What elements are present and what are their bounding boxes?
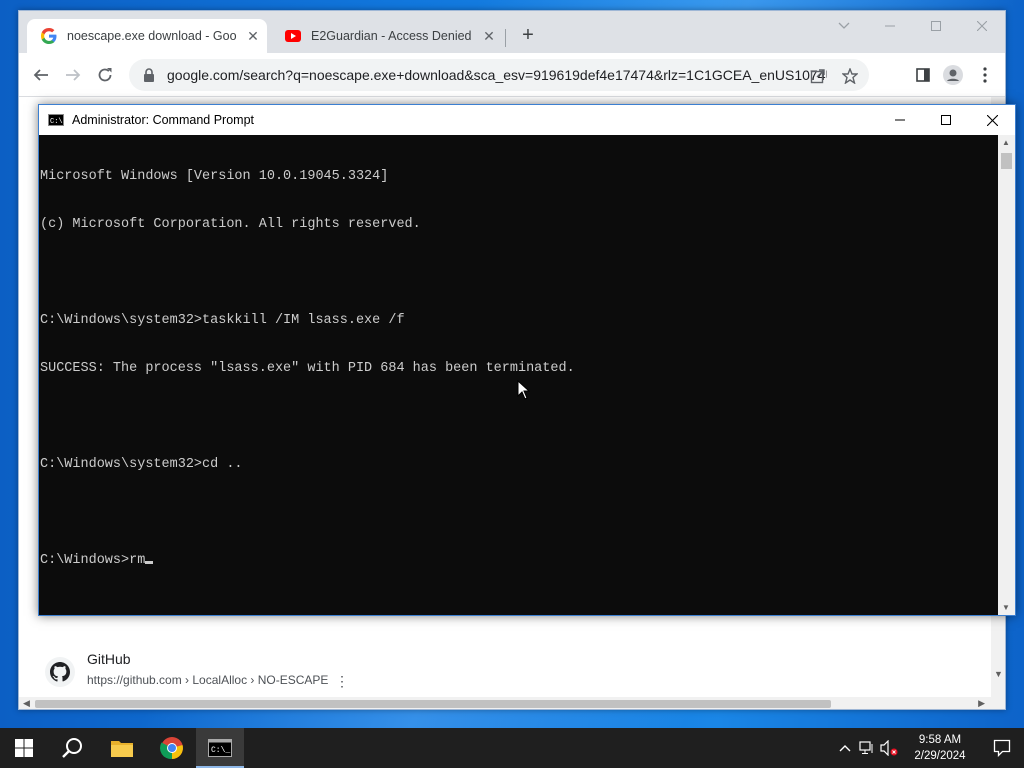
result-more-icon[interactable]: ⋮ xyxy=(335,673,349,690)
scroll-down-arrow-icon[interactable]: ▼ xyxy=(994,669,1003,679)
taskbar-clock[interactable]: 9:58 AM 2/29/2024 xyxy=(900,732,980,764)
chrome-icon xyxy=(160,737,183,760)
profile-avatar-icon[interactable] xyxy=(941,63,965,87)
console-line: SUCCESS: The process "lsass.exe" with PI… xyxy=(40,361,575,376)
console-line: C:\Windows\system32>taskkill /IM lsass.e… xyxy=(40,313,405,328)
tab-strip: noescape.exe download - Google ✕ E2Guard… xyxy=(19,11,1005,53)
text-cursor xyxy=(145,561,154,564)
tab-title: E2Guardian - Access Denied xyxy=(311,29,472,43)
command-prompt-icon: C:\ xyxy=(48,114,64,126)
cmd-close-button[interactable] xyxy=(969,105,1015,135)
tab-close-icon[interactable]: ✕ xyxy=(481,28,497,44)
tab-divider xyxy=(505,29,506,47)
file-explorer-icon xyxy=(111,741,133,757)
browser-toolbar: google.com/search?q=noescape.exe+downloa… xyxy=(19,53,1005,97)
tab-close-icon[interactable]: ✕ xyxy=(245,28,261,44)
result-site-name[interactable]: GitHub xyxy=(87,651,131,667)
result-breadcrumb[interactable]: https://github.com › LocalAlloc › NO-ESC… xyxy=(87,673,328,687)
cmd-title: Administrator: Command Prompt xyxy=(72,113,255,127)
console-output[interactable]: Microsoft Windows [Version 10.0.19045.33… xyxy=(40,137,1000,615)
address-bar[interactable]: google.com/search?q=noescape.exe+downloa… xyxy=(129,59,869,91)
bookmark-star-icon[interactable] xyxy=(841,67,859,85)
taskbar-search-button[interactable] xyxy=(48,728,96,768)
console-line: Microsoft Windows [Version 10.0.19045.33… xyxy=(40,169,389,184)
cmd-title-bar[interactable]: C:\ Administrator: Command Prompt xyxy=(39,105,1015,135)
scroll-up-arrow-icon[interactable]: ▲ xyxy=(1002,138,1010,147)
taskbar: C:\_ 9:58 AM 2/29/2024 xyxy=(0,728,1024,768)
command-prompt-icon: C:\_ xyxy=(208,739,232,757)
show-hidden-icons-chevron-icon[interactable] xyxy=(834,728,856,768)
system-tray: 9:58 AM 2/29/2024 xyxy=(834,728,1024,768)
tab-google-search[interactable]: noescape.exe download - Google ✕ xyxy=(27,19,267,53)
svg-text:C:\: C:\ xyxy=(50,118,63,125)
cmd-scrollbar-thumb[interactable] xyxy=(1001,153,1012,169)
share-icon[interactable] xyxy=(809,67,827,85)
forward-arrow-icon[interactable] xyxy=(61,63,85,87)
command-prompt-window: C:\ Administrator: Command Prompt Micros… xyxy=(38,104,1016,616)
cmd-maximize-button[interactable] xyxy=(923,105,969,135)
page-horizontal-scrollbar[interactable]: ◀ ▶ xyxy=(19,697,1005,709)
maximize-button[interactable] xyxy=(913,11,959,41)
lock-icon[interactable] xyxy=(143,68,157,82)
command-prompt-taskbar-button[interactable]: C:\_ xyxy=(196,728,244,768)
clock-time: 9:58 AM xyxy=(918,734,962,746)
new-tab-button[interactable]: + xyxy=(517,25,539,47)
network-icon[interactable] xyxy=(856,728,878,768)
chrome-taskbar-button[interactable] xyxy=(148,728,196,768)
chrome-window-controls xyxy=(821,11,1005,41)
reload-icon[interactable] xyxy=(93,63,117,87)
console-line: (c) Microsoft Corporation. All rights re… xyxy=(40,217,421,232)
svg-text:C:\_: C:\_ xyxy=(211,746,230,755)
start-button[interactable] xyxy=(0,728,48,768)
tab-title: noescape.exe download - Google xyxy=(67,29,237,43)
minimize-button[interactable] xyxy=(867,11,913,41)
side-panel-icon[interactable] xyxy=(911,63,935,87)
menu-kebab-icon[interactable] xyxy=(973,63,997,87)
scroll-left-arrow-icon[interactable]: ◀ xyxy=(23,698,30,709)
clock-date: 2/29/2024 xyxy=(914,750,966,762)
youtube-icon xyxy=(285,28,301,44)
tab-search-icon[interactable] xyxy=(821,11,867,41)
back-arrow-icon[interactable] xyxy=(29,63,53,87)
close-button[interactable] xyxy=(959,11,1005,41)
console-input-text: C:\Windows>rm xyxy=(40,553,146,568)
start-icon xyxy=(15,739,33,757)
google-icon xyxy=(41,28,57,44)
file-explorer-button[interactable] xyxy=(98,728,146,768)
scrollbar-thumb[interactable] xyxy=(35,700,831,708)
notification-center-icon[interactable] xyxy=(980,728,1024,768)
console-prompt-line[interactable]: C:\Windows>rm xyxy=(40,553,1000,569)
search-icon xyxy=(62,738,82,758)
cmd-vertical-scrollbar[interactable]: ▲ ▼ xyxy=(998,135,1015,615)
mouse-pointer-icon xyxy=(517,379,531,400)
scroll-right-arrow-icon[interactable]: ▶ xyxy=(978,698,985,709)
url-text: google.com/search?q=noescape.exe+downloa… xyxy=(167,67,827,83)
search-result-github[interactable]: GitHub https://github.com › LocalAlloc ›… xyxy=(45,649,445,699)
console-line: C:\Windows\system32>cd .. xyxy=(40,457,243,472)
tab-e2guardian[interactable]: E2Guardian - Access Denied ✕ xyxy=(271,19,503,53)
volume-muted-icon[interactable] xyxy=(878,728,900,768)
cmd-minimize-button[interactable] xyxy=(877,105,923,135)
scroll-down-arrow-icon[interactable]: ▼ xyxy=(1002,603,1010,612)
github-icon xyxy=(45,657,75,687)
